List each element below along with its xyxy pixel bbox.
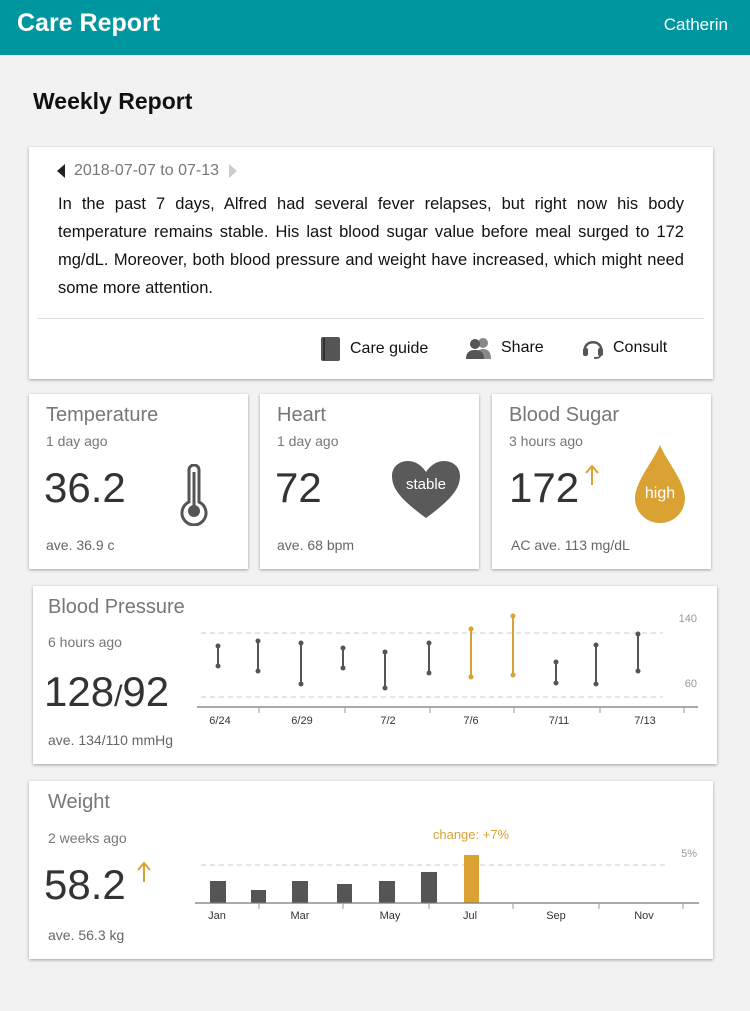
blood-pressure-card[interactable]: Blood Pressure 6 hours ago 128/92 ave. 1…	[33, 586, 717, 764]
bp-range-bar	[635, 631, 641, 674]
diastolic-value: 92	[122, 668, 170, 715]
up-arrow-icon	[137, 861, 151, 882]
bp-range-bar-high	[510, 613, 516, 678]
x-tick-label: 7/6	[463, 715, 478, 727]
weight-bar	[379, 881, 395, 903]
blood-pressure-title: Blood Pressure	[48, 596, 185, 618]
bp-range-bar	[593, 642, 599, 687]
temperature-title: Temperature	[46, 404, 159, 426]
blood-sugar-title: Blood Sugar	[509, 404, 620, 426]
blood-pressure-value: 128/92	[44, 668, 169, 716]
bp-range-bar	[215, 643, 221, 669]
x-tick-label: Nov	[634, 910, 654, 922]
summary-text: In the past 7 days, Alfred had several f…	[58, 195, 684, 297]
weight-bar	[210, 881, 226, 903]
x-tick-label: 6/29	[291, 715, 312, 727]
weight-bar	[421, 872, 437, 903]
weight-bar	[337, 884, 352, 903]
weight-bar-highlighted	[464, 855, 479, 903]
bp-range-bar	[553, 659, 559, 686]
ref-label-5-percent: 5%	[681, 848, 697, 860]
temperature-value: 36.2	[44, 464, 126, 511]
weight-title: Weight	[48, 791, 110, 813]
change-label: change: +7%	[433, 827, 510, 842]
heart-time: 1 day ago	[277, 433, 339, 449]
previous-week-arrow-icon[interactable]	[57, 164, 65, 178]
bp-range-bar	[382, 649, 388, 691]
people-icon	[466, 338, 491, 359]
share-button[interactable]: Share	[466, 337, 544, 359]
consult-button[interactable]: Consult	[582, 337, 667, 359]
app-header: Care Report Catherin	[0, 0, 750, 55]
ref-label-140: 140	[679, 613, 697, 625]
weight-bar	[292, 881, 308, 903]
x-tick-label: May	[380, 910, 401, 922]
ref-label-60: 60	[685, 678, 697, 690]
heart-value: 72	[275, 464, 322, 511]
app-title: Care Report	[17, 9, 161, 37]
bp-range-bar	[340, 645, 346, 671]
weekly-summary-card: 2018-07-07 to 07-13 In the past 7 days, …	[29, 147, 713, 379]
temperature-average: ave. 36.9 c	[46, 537, 115, 553]
user-name[interactable]: Catherin	[664, 15, 728, 35]
divider	[38, 318, 704, 319]
temperature-time: 1 day ago	[46, 433, 108, 449]
x-tick-label: 7/13	[634, 715, 655, 727]
book-icon	[321, 337, 340, 361]
care-guide-button[interactable]: Care guide	[320, 337, 428, 361]
x-tick-label: Jan	[208, 910, 226, 922]
bp-range-bar-high	[468, 626, 474, 680]
page-title: Weekly Report	[33, 88, 193, 114]
x-tick-label: 7/11	[549, 715, 570, 727]
thermometer-icon	[180, 464, 208, 526]
x-tick-label: 6/24	[209, 715, 230, 727]
blood-sugar-average: AC ave. 113 mg/dL	[511, 537, 630, 553]
up-arrow-icon	[585, 464, 599, 485]
weight-bar	[251, 890, 266, 903]
x-tick-label: Sep	[546, 910, 566, 922]
consult-label: Consult	[613, 339, 668, 356]
weight-chart: change: +7% 5% Jan Mar May Jul Sep Nov	[195, 827, 699, 922]
drop-icon	[635, 445, 685, 523]
next-week-arrow-icon[interactable]	[229, 164, 237, 178]
blood-sugar-card[interactable]: Blood Sugar 3 hours ago 172 AC ave. 113 …	[492, 394, 711, 569]
headset-icon	[583, 341, 603, 359]
heart-title: Heart	[277, 404, 326, 426]
bp-range-bar	[426, 640, 432, 676]
x-tick-label: 7/2	[380, 715, 395, 727]
date-range-navigator: 2018-07-07 to 07-13	[57, 162, 237, 180]
weight-average: ave. 56.3 kg	[48, 927, 125, 943]
blood-pressure-time: 6 hours ago	[48, 634, 122, 650]
care-guide-label: Care guide	[350, 340, 429, 357]
blood-sugar-time: 3 hours ago	[509, 433, 583, 449]
heart-average: ave. 68 bpm	[277, 537, 355, 553]
heart-status-badge: stable	[405, 476, 447, 493]
bp-range-bar	[255, 638, 261, 674]
x-tick-label: Mar	[291, 910, 310, 922]
blood-pressure-chart: 140 60 6/24 6/29 7/2 7/6 7/11 7/13	[197, 613, 698, 727]
systolic-value: 128	[44, 668, 115, 715]
blood-pressure-average: ave. 134/110 mmHg	[48, 732, 174, 748]
blood-sugar-status-badge: high	[644, 485, 676, 502]
weight-value: 58.2	[44, 861, 126, 908]
x-tick-label: Jul	[463, 910, 477, 922]
date-range: 2018-07-07 to 07-13	[74, 162, 219, 179]
share-label: Share	[501, 339, 544, 356]
weight-time: 2 weeks ago	[48, 830, 127, 846]
heart-card[interactable]: Heart 1 day ago 72 ave. 68 bpm stable	[260, 394, 479, 569]
bp-range-bar	[298, 640, 304, 687]
temperature-card[interactable]: Temperature 1 day ago 36.2 ave. 36.9 c	[29, 394, 248, 569]
weight-card[interactable]: Weight 2 weeks ago 58.2 ave. 56.3 kg cha…	[29, 781, 713, 959]
blood-sugar-value: 172	[509, 464, 580, 511]
